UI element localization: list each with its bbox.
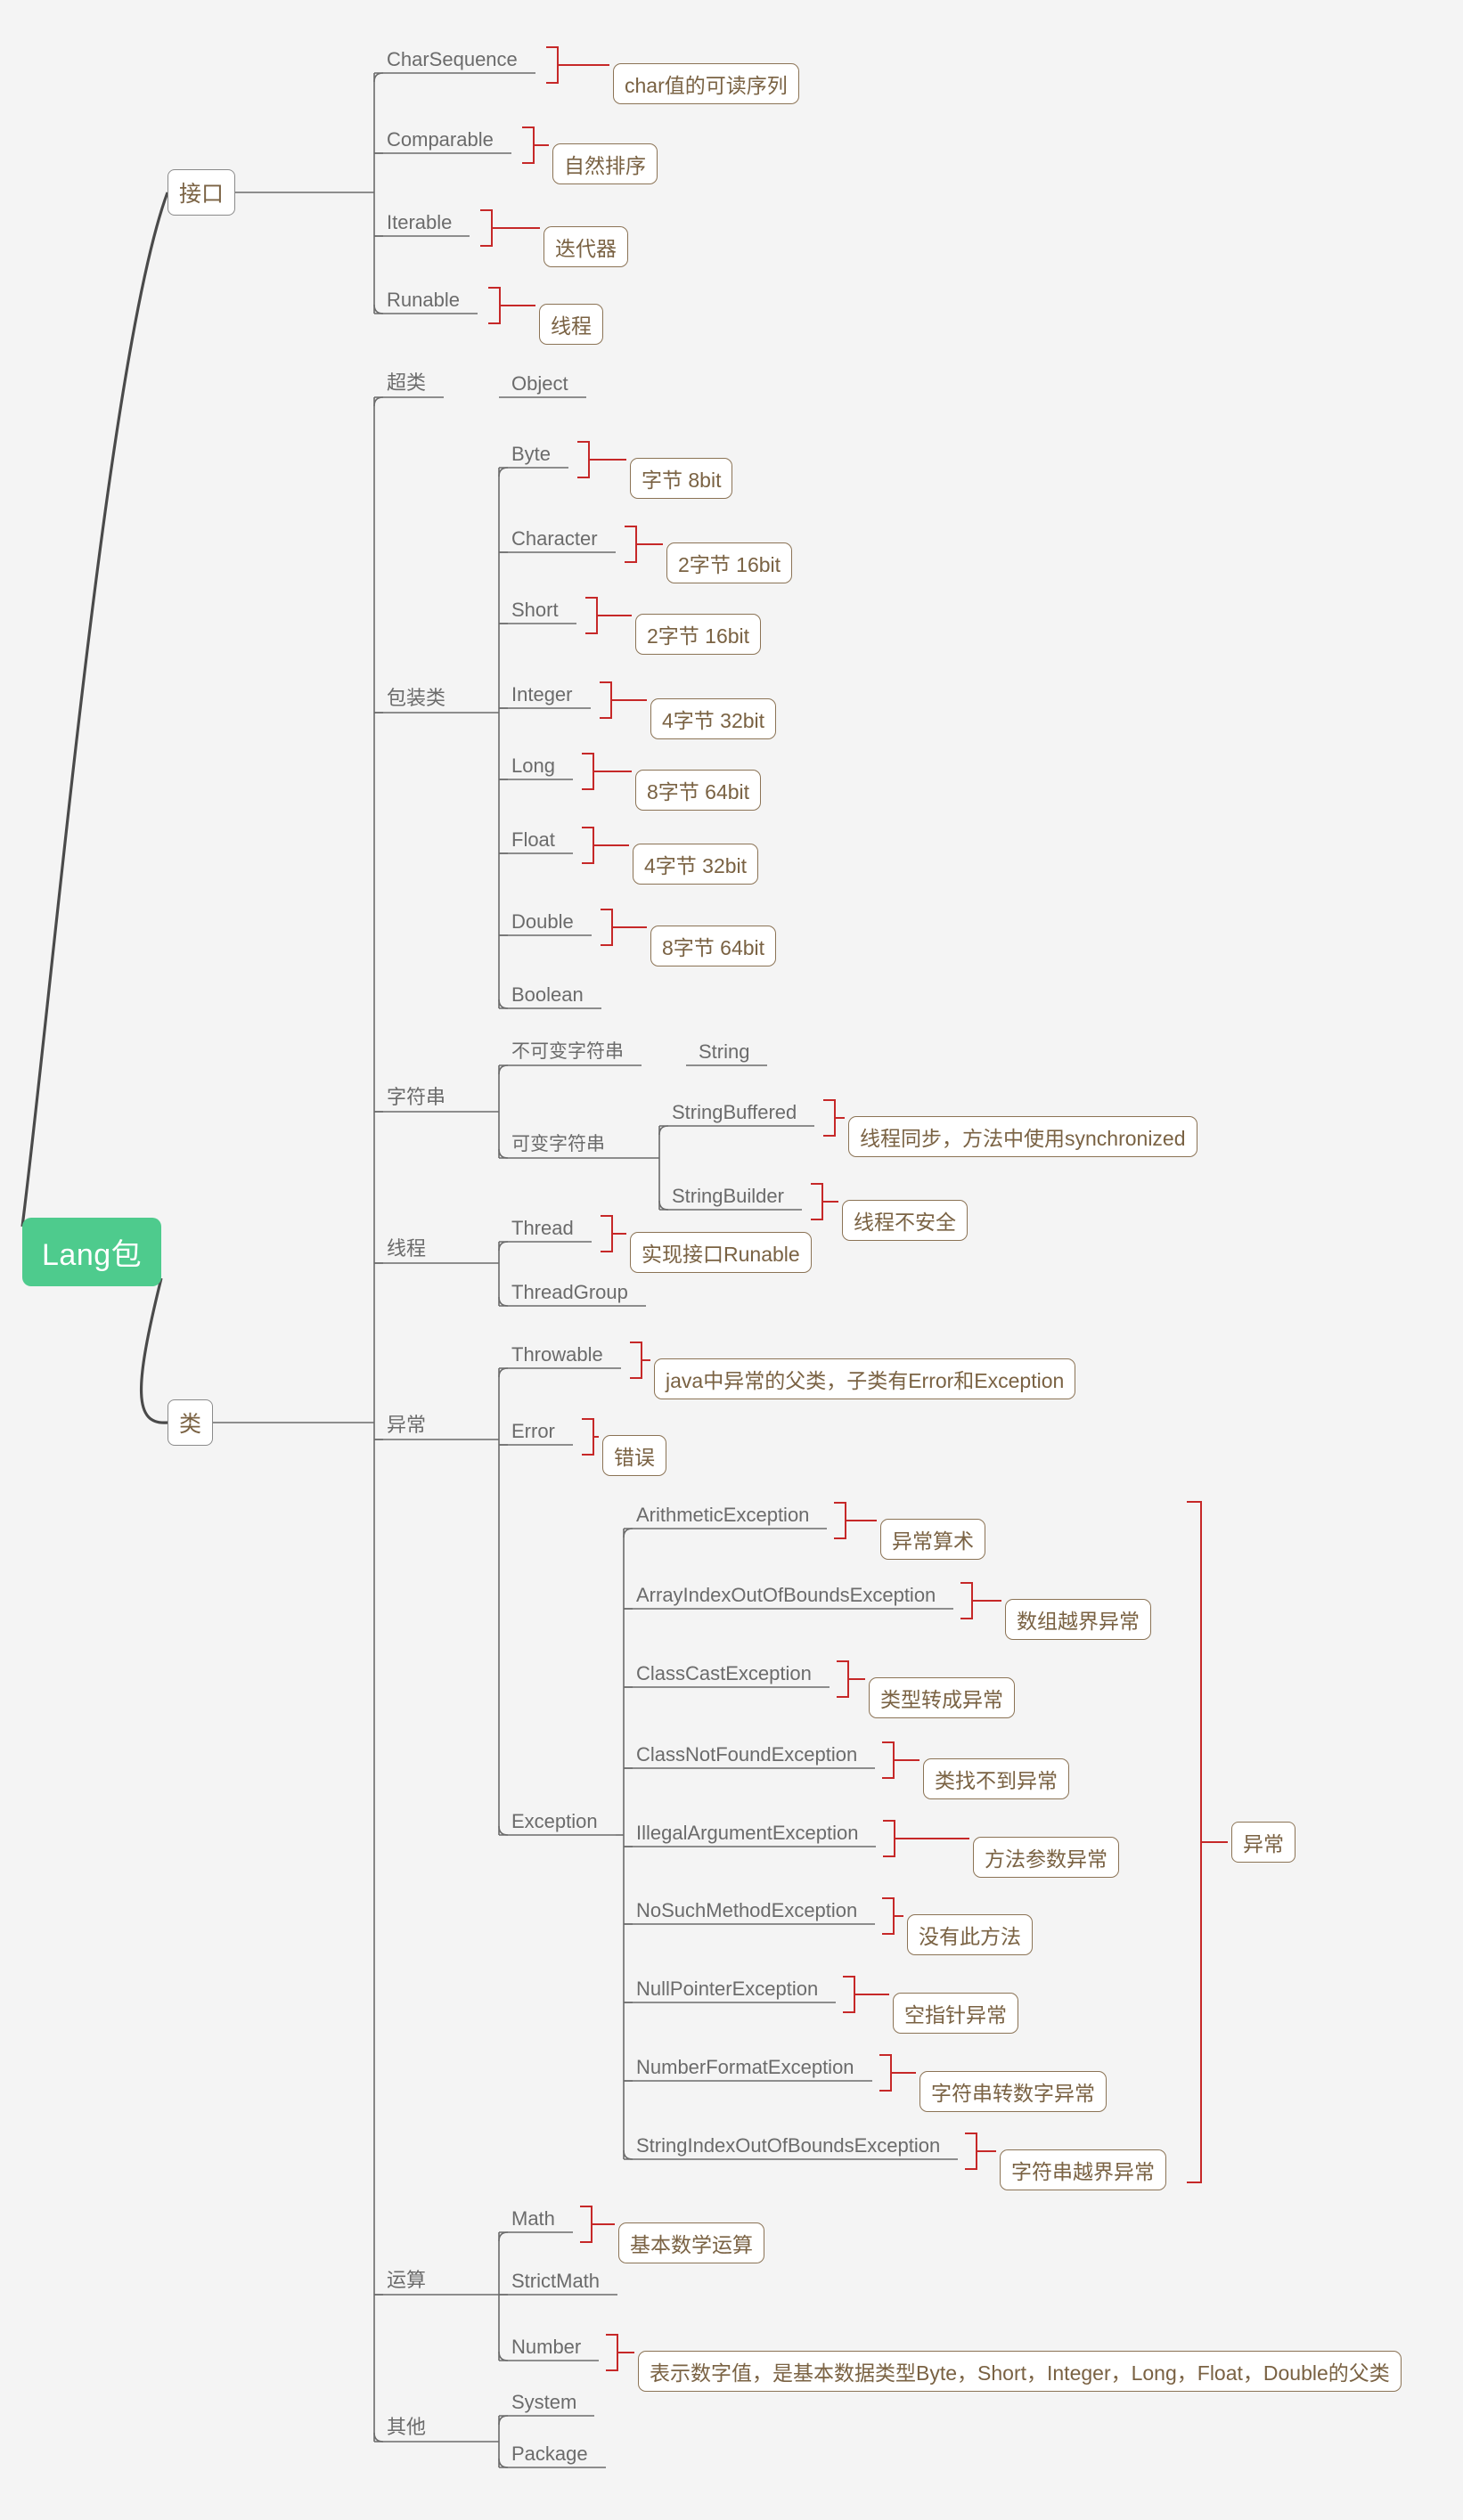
- exc-error[interactable]: Error: [511, 1420, 555, 1443]
- branch-interfaces[interactable]: 接口: [168, 169, 236, 216]
- exception-1[interactable]: ArrayIndexOutOfBoundsException: [636, 1584, 936, 1607]
- class-group-1[interactable]: 包装类: [387, 682, 445, 711]
- interface-charsequence[interactable]: CharSequence: [387, 48, 518, 71]
- wrapper-character[interactable]: Character: [511, 527, 598, 550]
- exception-note-6[interactable]: 空指针异常: [893, 1993, 1018, 2034]
- interface-comparable[interactable]: Comparable: [387, 128, 494, 151]
- wrapper-note-3[interactable]: 4字节 32bit: [650, 698, 777, 739]
- exc-exception[interactable]: Exception: [511, 1810, 598, 1833]
- exception-5[interactable]: NoSuchMethodException: [636, 1899, 857, 1922]
- wrapper-note-4[interactable]: 8字节 64bit: [635, 770, 762, 811]
- exc-throwable[interactable]: Throwable: [511, 1343, 603, 1366]
- exception-0[interactable]: ArithmeticException: [636, 1504, 809, 1527]
- other-system[interactable]: System: [511, 2391, 576, 2414]
- wrapper-double[interactable]: Double: [511, 910, 574, 934]
- exc-note-throwable[interactable]: java中异常的父类，子类有Error和Exception: [654, 1358, 1076, 1399]
- exception-note-5[interactable]: 没有此方法: [907, 1914, 1033, 1955]
- exception-group-tag[interactable]: 异常: [1231, 1822, 1295, 1863]
- interface-note-1[interactable]: 自然排序: [552, 143, 658, 184]
- class-group-6[interactable]: 其他: [387, 2411, 426, 2440]
- interface-note-0[interactable]: char值的可读序列: [613, 63, 799, 104]
- wrapper-note-1[interactable]: 2字节 16bit: [666, 542, 793, 583]
- wrapper-note-0[interactable]: 字节 8bit: [630, 458, 733, 499]
- class-object[interactable]: Object: [511, 372, 568, 396]
- exception-2[interactable]: ClassCastException: [636, 1662, 812, 1685]
- thread-threadgroup[interactable]: ThreadGroup: [511, 1281, 628, 1304]
- wrapper-note-5[interactable]: 4字节 32bit: [633, 844, 759, 885]
- exception-note-4[interactable]: 方法参数异常: [973, 1837, 1119, 1878]
- math-note-0[interactable]: 基本数学运算: [618, 2222, 764, 2263]
- wrapper-boolean[interactable]: Boolean: [511, 983, 584, 1007]
- exception-4[interactable]: IllegalArgumentException: [636, 1822, 858, 1845]
- exception-3[interactable]: ClassNotFoundException: [636, 1743, 857, 1766]
- math-note-2[interactable]: 表示数字值，是基本数据类型Byte，Short，Integer，Long，Flo…: [638, 2351, 1402, 2392]
- exception-note-2[interactable]: 类型转成异常: [869, 1677, 1015, 1718]
- exception-note-1[interactable]: 数组越界异常: [1005, 1599, 1151, 1640]
- string-String[interactable]: String: [699, 1040, 749, 1064]
- class-group-4[interactable]: 异常: [387, 1409, 426, 1438]
- string-sub-0[interactable]: 不可变字符串: [511, 1037, 624, 1064]
- branch-classes[interactable]: 类: [168, 1399, 214, 1446]
- string-note-1[interactable]: 线程不安全: [842, 1200, 968, 1241]
- string-stringbuilder[interactable]: StringBuilder: [672, 1185, 784, 1208]
- math-number[interactable]: Number: [511, 2336, 581, 2359]
- wrapper-integer[interactable]: Integer: [511, 683, 573, 706]
- other-package[interactable]: Package: [511, 2443, 588, 2466]
- wrapper-long[interactable]: Long: [511, 754, 555, 778]
- thread-note-0[interactable]: 实现接口Runable: [630, 1232, 812, 1273]
- exception-note-0[interactable]: 异常算术: [880, 1519, 985, 1560]
- class-group-0[interactable]: 超类: [387, 367, 426, 396]
- math-math[interactable]: Math: [511, 2207, 555, 2230]
- interface-iterable[interactable]: Iterable: [387, 211, 452, 234]
- interface-note-2[interactable]: 迭代器: [544, 226, 628, 267]
- string-note-0[interactable]: 线程同步，方法中使用synchronized: [848, 1116, 1197, 1157]
- mindmap-canvas: Lang包 接口 CharSequence Comparable Iterable Run…: [0, 0, 1463, 2520]
- interface-note-3[interactable]: 线程: [539, 304, 603, 345]
- math-strictmath[interactable]: StrictMath: [511, 2270, 600, 2293]
- exception-7[interactable]: NumberFormatException: [636, 2056, 854, 2079]
- exception-note-8[interactable]: 字符串越界异常: [1000, 2149, 1166, 2190]
- exception-6[interactable]: NullPointerException: [636, 1978, 818, 2001]
- exc-note-error[interactable]: 错误: [602, 1435, 666, 1476]
- wrapper-float[interactable]: Float: [511, 828, 555, 852]
- string-sub-1[interactable]: 可变字符串: [511, 1130, 605, 1156]
- class-group-2[interactable]: 字符串: [387, 1081, 445, 1110]
- class-group-3[interactable]: 线程: [387, 1233, 426, 1261]
- string-stringbuffered[interactable]: StringBuffered: [672, 1101, 797, 1124]
- wrapper-note-6[interactable]: 8字节 64bit: [650, 926, 777, 966]
- interface-runable[interactable]: Runable: [387, 289, 460, 312]
- wrapper-short[interactable]: Short: [511, 599, 559, 622]
- wrapper-byte[interactable]: Byte: [511, 443, 551, 466]
- exception-8[interactable]: StringIndexOutOfBoundsException: [636, 2134, 940, 2157]
- exception-note-3[interactable]: 类找不到异常: [923, 1758, 1069, 1799]
- exception-note-7[interactable]: 字符串转数字异常: [919, 2071, 1107, 2112]
- thread-thread[interactable]: Thread: [511, 1217, 574, 1240]
- root-node[interactable]: Lang包: [22, 1217, 162, 1286]
- class-group-5[interactable]: 运算: [387, 2264, 426, 2293]
- wrapper-note-2[interactable]: 2字节 16bit: [635, 614, 762, 655]
